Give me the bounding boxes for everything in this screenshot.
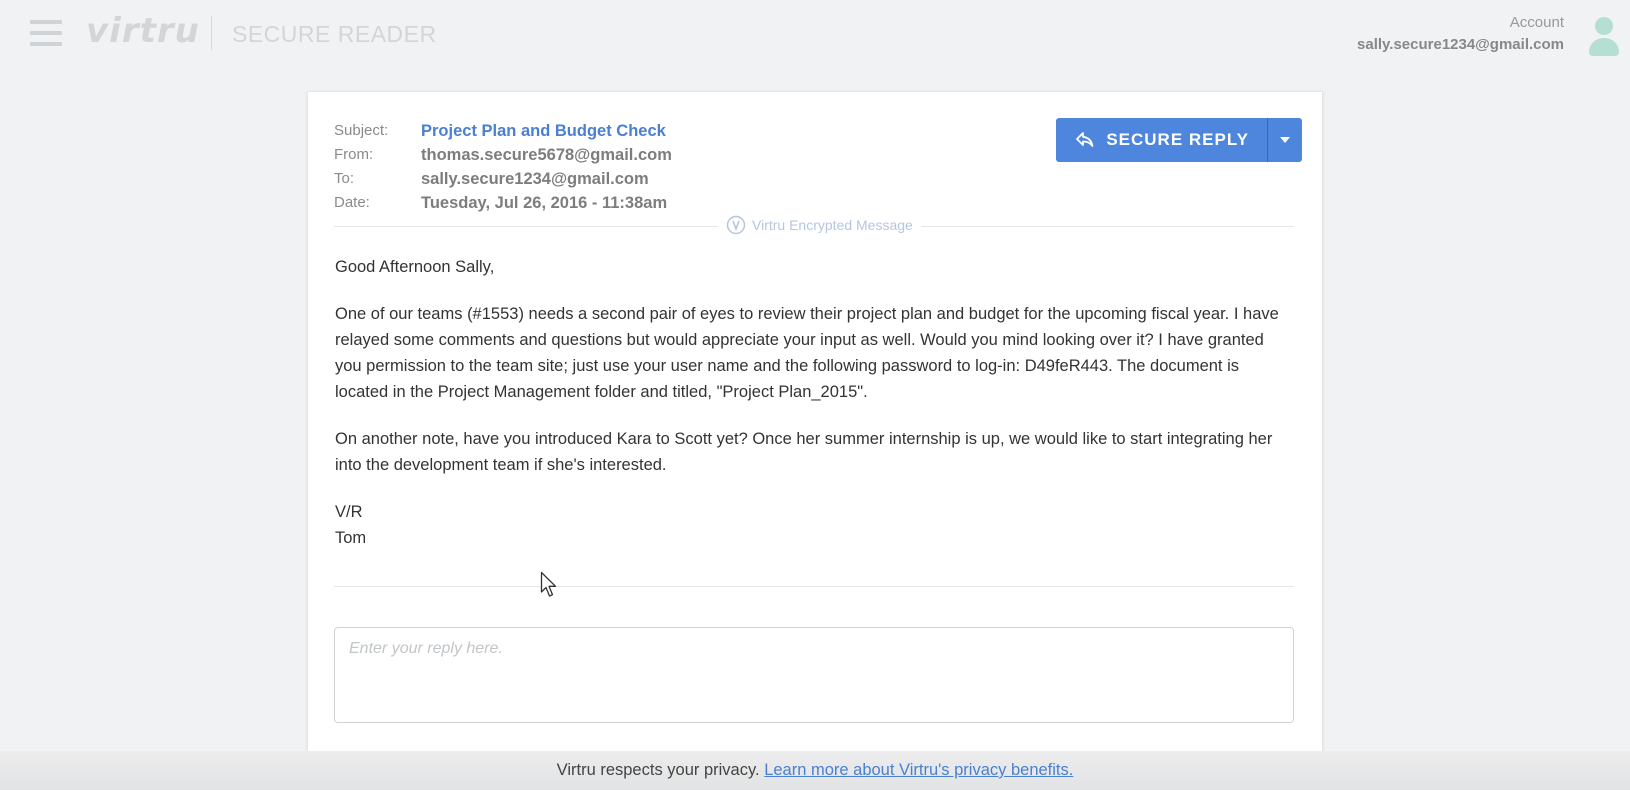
subject-value: Project Plan and Budget Check [421,122,666,140]
message-paragraph-1: One of our teams (#1553) needs a second … [335,305,1279,401]
date-value: Tuesday, Jul 26, 2016 - 11:38am [421,194,668,212]
virtru-shield-icon [726,215,746,235]
logo-divider [211,16,212,50]
secure-reply-label: SECURE REPLY [1106,130,1249,149]
from-row: From: thomas.secure5678@gmail.com [334,143,672,167]
privacy-footer: Virtru respects your privacy. Learn more… [0,751,1630,790]
message-meta: Subject: Project Plan and Budget Check F… [334,119,672,215]
subject-row: Subject: Project Plan and Budget Check [334,119,672,143]
account-email: sally.secure1234@gmail.com [1357,36,1564,53]
message-card: Subject: Project Plan and Budget Check F… [307,91,1323,753]
mouse-pointer-icon [540,571,557,597]
to-value: sally.secure1234@gmail.com [421,170,649,188]
message-body: Good Afternoon Sally, One of our teams (… [335,254,1290,551]
message-greeting: Good Afternoon Sally, [335,258,495,276]
message-paragraph-2: On another note, have you introduced Kar… [335,430,1273,474]
signoff-line-1: V/R [335,503,363,521]
privacy-link[interactable]: Learn more about Virtru's privacy benefi… [764,761,1073,779]
account-info[interactable]: Account sally.secure1234@gmail.com [1357,14,1564,53]
to-row: To: sally.secure1234@gmail.com [334,167,672,191]
secure-reply-group: SECURE REPLY [1056,118,1302,162]
to-label: To: [334,170,355,187]
privacy-text: Virtru respects your privacy. [556,761,760,779]
date-label: Date: [334,194,370,211]
from-value: thomas.secure5678@gmail.com [421,146,672,164]
from-label: From: [334,146,374,163]
date-row: Date: Tuesday, Jul 26, 2016 - 11:38am [334,191,672,215]
user-avatar-icon[interactable] [1584,14,1624,58]
account-label: Account [1509,14,1564,31]
reply-options-dropdown[interactable] [1267,118,1302,162]
subject-label: Subject: [334,122,389,139]
app-title: SECURE READER [232,21,437,47]
encrypted-message-badge: Virtru Encrypted Message [718,215,921,235]
signoff-line-2: Tom [335,529,367,547]
reply-icon [1076,132,1094,147]
virtru-logo: virtru [86,11,200,51]
hamburger-menu-icon[interactable] [30,20,62,48]
encrypted-message-label: Virtru Encrypted Message [752,217,913,233]
body-divider [334,586,1294,587]
caret-down-icon [1280,137,1290,143]
secure-reply-button[interactable]: SECURE REPLY [1056,118,1267,162]
reply-textarea[interactable] [334,627,1294,723]
top-bar: virtru SECURE READER Account sally.secur… [0,0,1630,70]
